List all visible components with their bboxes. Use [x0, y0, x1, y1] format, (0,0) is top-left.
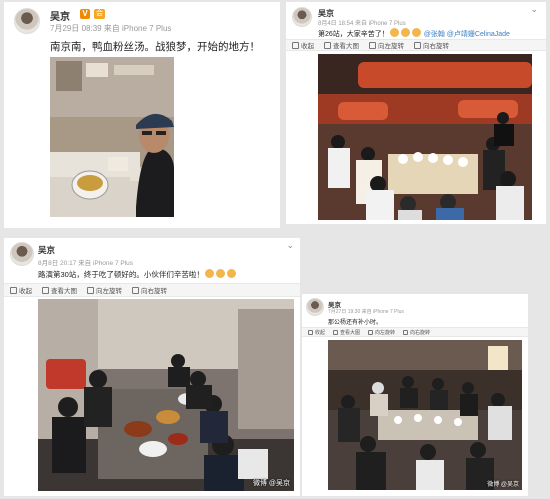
- emoji-icon: [389, 28, 399, 37]
- post-card-4: 吴京 7月27日 19:30 来自 iPhone 7 Plus 那公杨还有补小时…: [302, 294, 528, 496]
- zoom-icon: [42, 286, 49, 294]
- collapse-label: 收起: [315, 329, 326, 336]
- rotate-left-icon: [368, 329, 374, 335]
- collapse-button[interactable]: 收起: [292, 40, 314, 50]
- emoji-icon: [226, 269, 236, 278]
- avatar[interactable]: [292, 7, 312, 27]
- zoom-icon: [324, 41, 331, 49]
- cinema-group-image: [318, 54, 532, 220]
- collapse-button[interactable]: 收起: [308, 329, 325, 336]
- post-card-3: 吴京 8月8日 20:17 来自 iPhone 7 Plus 路演第30站，终于…: [4, 238, 300, 496]
- rotate-right-icon: [403, 329, 409, 335]
- avatar[interactable]: [10, 242, 34, 266]
- avatar[interactable]: [306, 298, 324, 316]
- member-badge: 会: [94, 9, 105, 19]
- rotate-right-button[interactable]: 向右旋转: [414, 40, 449, 50]
- rotate-right-button[interactable]: 向右旋转: [132, 285, 167, 295]
- username[interactable]: 吴京: [38, 244, 55, 256]
- image-toolbar: 收起 查看大图 向左旋转 向右旋转: [4, 283, 300, 297]
- rotate-left-icon: [369, 41, 376, 49]
- rotate-right-icon: [414, 41, 421, 49]
- rotate-left-button[interactable]: 向左旋转: [368, 329, 395, 336]
- post-text-prefix: 第26站，大家辛苦了！: [318, 31, 389, 38]
- mention-links[interactable]: @张翰 @卢靖姗CelinaJade: [424, 31, 510, 38]
- post-text: 那公杨还有补小时。: [328, 320, 383, 326]
- post-card-2: 吴京 8月4日 18:54 来自 iPhone 7 Plus 第26站，大家辛苦…: [286, 2, 546, 224]
- rotate-left-label: 向左旋转: [375, 329, 396, 336]
- post-photo[interactable]: [50, 57, 174, 217]
- restaurant-group-image: [328, 340, 522, 490]
- post-text: 南京南，鸭血粉丝汤。战狼梦，开始的地方！: [50, 41, 260, 53]
- emoji-icon: [411, 28, 421, 37]
- post-photo[interactable]: [318, 54, 532, 220]
- post-meta: 7月27日 19:30 来自 iPhone 7 Plus: [328, 309, 404, 315]
- view-large-button[interactable]: 查看大图: [324, 40, 359, 50]
- collapse-label: 收起: [301, 43, 314, 50]
- post-meta: 8月8日 20:17 来自 iPhone 7 Plus: [38, 260, 134, 267]
- chevron-down-icon[interactable]: ⌄: [286, 240, 294, 251]
- rotate-right-icon: [132, 286, 139, 294]
- image-toolbar: 收起 查看大图 向左旋转 向右旋转: [302, 327, 528, 337]
- avatar[interactable]: [14, 8, 40, 34]
- post-photo[interactable]: 微博 @吴京: [328, 340, 522, 490]
- collapse-label: 收起: [19, 288, 32, 295]
- post-card-1: 吴京 V 会 7月29日 08:39 来自 iPhone 7 Plus 南京南，…: [4, 2, 280, 228]
- post-photo[interactable]: 微博 @吴京: [38, 299, 294, 491]
- watermark: 微博 @吴京: [487, 482, 519, 488]
- chevron-down-icon[interactable]: ⌄: [530, 4, 538, 15]
- post-text-body: 路演第30站，终于吃了顿好的。小伙伴们辛苦啦！: [38, 270, 204, 279]
- view-large-label: 查看大图: [51, 288, 77, 295]
- collapse-icon: [10, 286, 17, 294]
- image-toolbar: 收起 查看大图 向左旋转 向右旋转: [286, 39, 546, 51]
- view-large-label: 查看大图: [333, 43, 359, 50]
- rotate-right-label: 向右旋转: [410, 329, 431, 336]
- emoji-icon: [215, 269, 225, 278]
- restaurant-selfie-image: [50, 57, 174, 217]
- verified-icon: V: [80, 9, 90, 19]
- rotate-right-label: 向右旋转: [141, 288, 167, 295]
- floor-meal-image: [38, 299, 294, 491]
- rotate-left-label: 向左旋转: [96, 288, 122, 295]
- post-meta: 8月4日 18:54 来自 iPhone 7 Plus: [318, 21, 406, 27]
- username[interactable]: 吴京: [50, 8, 70, 23]
- collapse-icon: [292, 41, 299, 49]
- emoji-icon: [400, 28, 410, 37]
- collapse-button[interactable]: 收起: [10, 285, 32, 295]
- watermark: 微博 @吴京: [252, 480, 290, 487]
- view-large-button[interactable]: 查看大图: [333, 329, 360, 336]
- rotate-right-button[interactable]: 向右旋转: [403, 329, 430, 336]
- view-large-button[interactable]: 查看大图: [42, 285, 77, 295]
- collapse-icon: [308, 329, 313, 335]
- rotate-right-label: 向右旋转: [423, 43, 449, 50]
- rotate-left-button[interactable]: 向左旋转: [87, 285, 122, 295]
- rotate-left-icon: [87, 286, 94, 294]
- post-meta: 7月29日 08:39 来自 iPhone 7 Plus: [50, 24, 172, 33]
- emoji-icon: [204, 269, 214, 278]
- rotate-left-label: 向左旋转: [378, 43, 404, 50]
- rotate-left-button[interactable]: 向左旋转: [369, 40, 404, 50]
- zoom-icon: [333, 329, 339, 335]
- post-text: 第26站，大家辛苦了！ @张翰 @卢靖姗CelinaJade: [318, 28, 510, 39]
- post-text: 路演第30站，终于吃了顿好的。小伙伴们辛苦啦！: [38, 269, 237, 280]
- view-large-label: 查看大图: [340, 329, 361, 336]
